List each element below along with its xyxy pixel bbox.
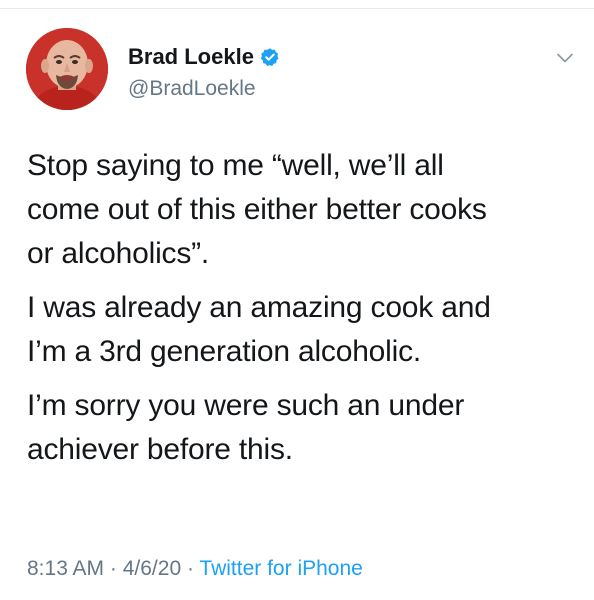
- avatar[interactable]: [26, 28, 108, 110]
- tweet-line: I’m a 3rd generation alcoholic.: [27, 335, 422, 368]
- tweet-text: Stop saying to me “well, we’ll all come …: [27, 144, 567, 482]
- tweet-line: come out of this either better cooks: [27, 193, 487, 226]
- author-handle[interactable]: @BradLoekle: [128, 76, 256, 102]
- display-name[interactable]: Brad Loekle: [128, 44, 254, 70]
- tweet-meta: 8:13 AM · 4/6/20 · Twitter for iPhone: [27, 555, 363, 583]
- tweet-paragraph-3: I’m sorry you were such an under achieve…: [27, 384, 567, 472]
- tweet-line: I’m sorry you were such an under: [27, 389, 465, 422]
- meta-separator: ·: [181, 557, 200, 580]
- tweet-date[interactable]: 4/6/20: [123, 557, 181, 580]
- verified-badge-icon: [260, 48, 279, 66]
- tweet-source-link[interactable]: Twitter for iPhone: [199, 557, 362, 580]
- author-name-row[interactable]: Brad Loekle: [128, 44, 280, 70]
- tweet-paragraph-2: I was already an amazing cook and I’m a …: [27, 286, 567, 374]
- tweet-line: I was already an amazing cook and: [27, 291, 491, 324]
- tweet-line: or alcoholics”.: [27, 237, 210, 270]
- tweet-line: achiever before this.: [27, 433, 293, 466]
- tweet-line: Stop saying to me “well, we’ll all: [27, 149, 444, 182]
- avatar-photo: [26, 28, 108, 110]
- tweet-card: Brad Loekle @BradLoekle Stop saying to m…: [0, 0, 594, 600]
- tweet-time[interactable]: 8:13 AM: [27, 557, 104, 580]
- tweet-paragraph-1: Stop saying to me “well, we’ll all come …: [27, 144, 567, 276]
- meta-separator: ·: [104, 557, 123, 580]
- chevron-down-icon[interactable]: [556, 49, 574, 67]
